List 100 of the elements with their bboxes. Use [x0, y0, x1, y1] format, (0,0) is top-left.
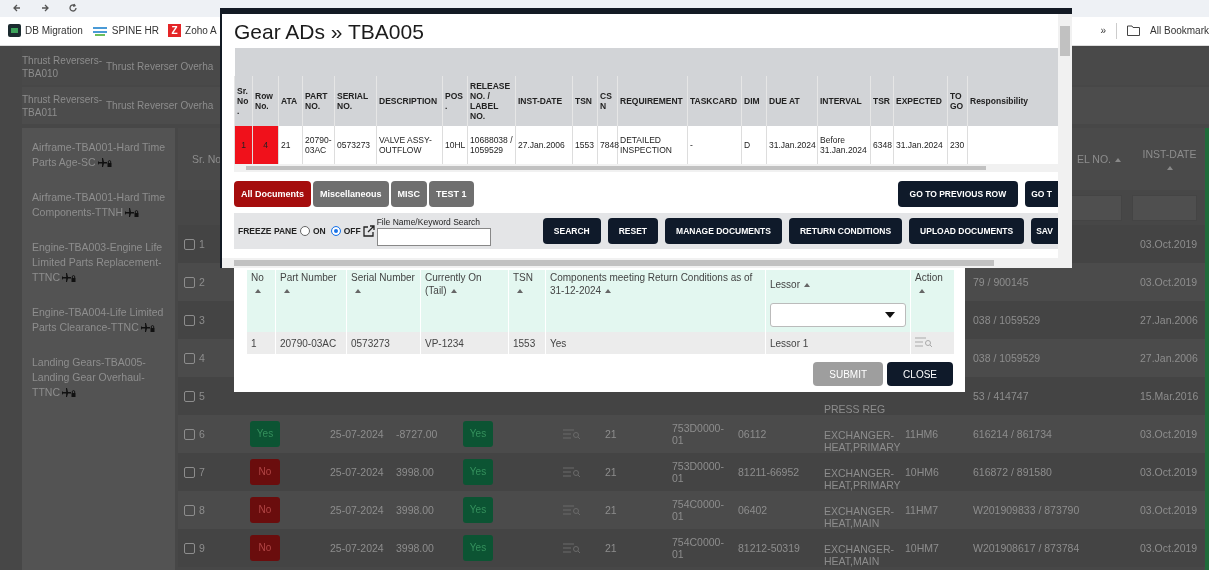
table-cell: 31.Jan.2024 [769, 140, 816, 150]
sort-icon[interactable] [450, 289, 457, 294]
column-header[interactable]: Part Number [280, 271, 342, 297]
sort-icon[interactable] [605, 289, 612, 294]
tab[interactable]: TEST 1 [429, 181, 474, 207]
table-cell: 27.Jan.2006 [1140, 314, 1198, 326]
checkbox[interactable] [184, 542, 195, 554]
column-header[interactable]: Components meeting Return Conditions as of 31-12-2024 [550, 271, 761, 297]
list-search-icon[interactable] [563, 543, 581, 553]
table-cell: 038 / 1059529 [973, 352, 1041, 364]
sort-icon[interactable] [255, 289, 261, 294]
dialog-button[interactable]: CLOSE [887, 362, 953, 386]
table-cell: 616214 / 861734 [973, 428, 1052, 440]
row-number: 9 [199, 542, 205, 554]
dropdown-icon [885, 312, 895, 318]
column-header[interactable]: Serial Number [351, 271, 416, 297]
table-cell: 1553 [513, 337, 536, 349]
sort-icon[interactable] [284, 289, 290, 294]
status-badge: Yes [463, 535, 493, 561]
radio-button[interactable] [330, 226, 341, 236]
table-cell: 21 [281, 140, 291, 150]
row-number: 4 [199, 352, 205, 364]
radio-label[interactable]: ON [312, 226, 326, 236]
action-button[interactable]: SAV [1031, 218, 1058, 244]
sort-icon[interactable] [1166, 166, 1173, 170]
table-cell: 03.Oct.2019 [1140, 428, 1198, 440]
table-cell: 11HM6 [905, 428, 939, 440]
tab[interactable]: All Documents [234, 181, 311, 207]
aircraft-lock-icon [97, 158, 112, 169]
radio-button[interactable] [299, 226, 310, 236]
table-cell: - [690, 140, 693, 150]
network-icon [91, 24, 108, 38]
list-cell-text: Thrust Reverser Overha [106, 60, 215, 73]
bookmark[interactable]: DB Migration [25, 25, 83, 37]
column-header[interactable]: Lessor [770, 277, 906, 291]
table-cell: Lessor 1 [770, 337, 809, 349]
bookmark[interactable]: Zoho A [185, 25, 217, 37]
lessor-select[interactable] [770, 303, 906, 327]
table-cell: 03.Oct.2019 [1140, 276, 1198, 288]
column-header[interactable]: TSN [513, 271, 541, 297]
sort-icon[interactable] [355, 289, 361, 294]
checkbox[interactable] [184, 504, 195, 516]
row-number: 2 [199, 276, 205, 288]
column-header[interactable]: Currently On (Tail) [425, 271, 504, 297]
table-cell: 038 / 1059529 [973, 314, 1041, 326]
action-button[interactable]: SEARCH [542, 218, 601, 244]
logo-icon: Z [168, 24, 182, 38]
sort-icon[interactable] [1115, 158, 1122, 163]
column-header[interactable]: Action [915, 271, 950, 297]
row-number: 3 [199, 314, 205, 326]
action-button[interactable]: RETURN CONDITIONS [788, 218, 903, 244]
action-button[interactable]: MANAGE DOCUMENTS [665, 218, 782, 244]
status-badge: Yes [463, 459, 493, 485]
table-cell: 06112 [738, 428, 767, 440]
checkbox[interactable] [184, 314, 195, 326]
back-icon[interactable] [12, 3, 22, 14]
tab[interactable]: MISC [390, 181, 428, 207]
app-icon [8, 24, 21, 38]
list-search-icon[interactable] [915, 337, 933, 347]
sort-icon[interactable] [804, 282, 810, 287]
table-cell: 03.Oct.2019 [1140, 542, 1198, 554]
checkbox[interactable] [184, 238, 195, 250]
list-cell-text: Thrust Reversers-TBA010 [22, 53, 103, 80]
table-cell: 81212-50319 [738, 542, 800, 554]
checkbox[interactable] [184, 428, 195, 440]
nav-button[interactable]: GO TO PREVIOUS ROW [897, 181, 1019, 207]
row-number: 8 [199, 504, 205, 516]
tab[interactable]: Miscellaneous [313, 181, 389, 207]
bookmark[interactable]: SPINE HR [111, 25, 160, 37]
table-cell: EXCHANGER-HEAT,PRIMARY [824, 467, 901, 491]
checkbox[interactable] [184, 352, 195, 364]
row-number: 5 [199, 390, 205, 402]
table-cell: 3998.00 [396, 542, 434, 554]
external-link-icon[interactable] [362, 225, 375, 237]
table-cell: 15.Mar.2016 [1140, 390, 1199, 402]
table-cell: 79 / 900145 [973, 276, 1029, 288]
table-cell: VALVE ASSY-OUTFLOW [379, 135, 432, 155]
table-cell: PRESS REG [824, 403, 886, 415]
bookmark-folder[interactable]: All Bookmark [1150, 25, 1209, 37]
forward-icon[interactable] [40, 3, 50, 14]
folder-icon [1127, 25, 1141, 37]
action-button[interactable]: RESET [607, 218, 659, 244]
table-cell: 27.Jan.2006 [1140, 352, 1198, 364]
bookmarks-overflow[interactable]: » [1100, 25, 1107, 37]
sort-icon[interactable] [919, 289, 925, 294]
column-header[interactable]: No [251, 271, 271, 297]
status-badge: Yes [463, 497, 493, 523]
reload-icon[interactable] [68, 3, 78, 14]
row-number: 7 [199, 466, 205, 478]
checkbox[interactable] [184, 276, 195, 288]
table-cell: 6348 [873, 140, 892, 150]
sort-icon[interactable] [517, 289, 523, 294]
search-field[interactable] [376, 227, 491, 246]
nav-button[interactable]: GO T [1025, 181, 1058, 207]
list-search-icon[interactable] [563, 467, 581, 477]
checkbox[interactable] [184, 390, 195, 402]
status-badge: Yes [463, 421, 493, 447]
action-button[interactable]: UPLOAD DOCUMENTS [909, 218, 1025, 244]
checkbox[interactable] [184, 466, 195, 478]
radio-label[interactable]: OFF [343, 226, 361, 236]
